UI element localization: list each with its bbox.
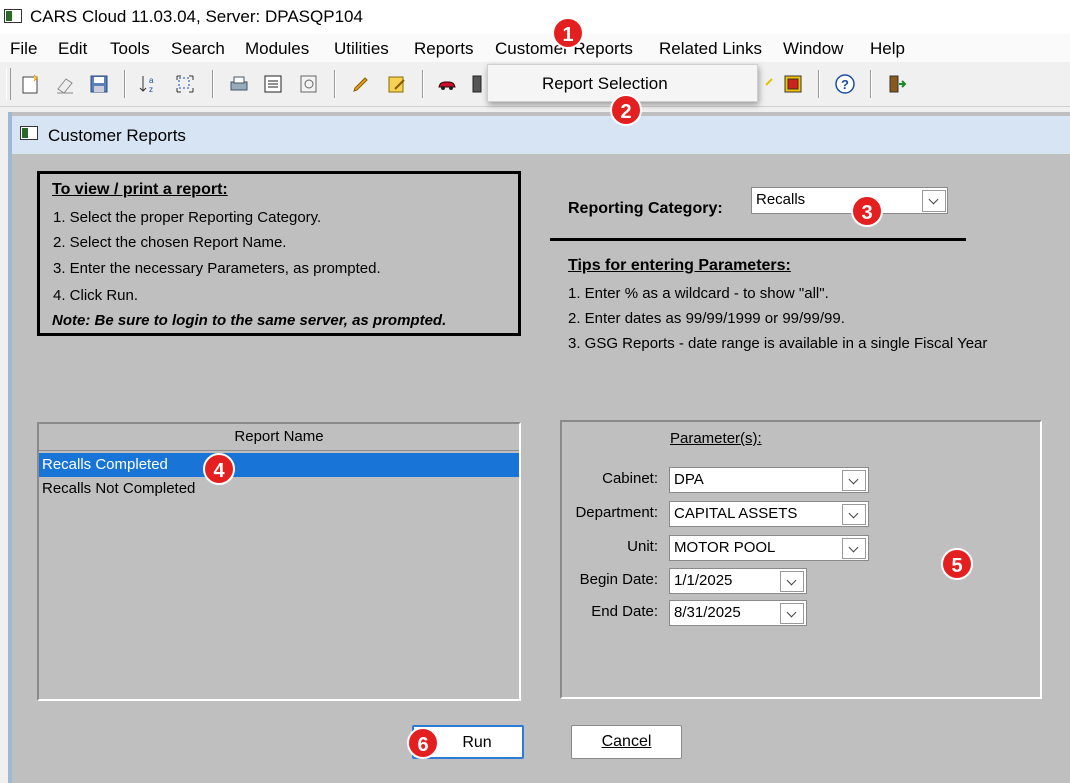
menu-help[interactable]: Help [870, 39, 905, 59]
cabinet-label: Cabinet: [602, 470, 658, 487]
chevron-down-icon[interactable] [780, 571, 804, 592]
cabinet-icon[interactable] [782, 73, 804, 95]
cancel-button-label: Cancel [601, 733, 652, 750]
star-icon[interactable] [758, 73, 780, 95]
parameters-heading: Parameter(s): [670, 430, 762, 447]
callout-badge-3: 3 [851, 195, 883, 227]
edit-icon[interactable] [386, 73, 408, 95]
list-header: Report Name [39, 424, 519, 451]
menu-file[interactable]: File [10, 39, 37, 59]
menu-reports[interactable]: Reports [414, 39, 474, 59]
svg-text:a: a [149, 76, 154, 85]
toolbar-separator [422, 70, 424, 98]
app-icon [4, 9, 22, 23]
reporting-category-label: Reporting Category: [568, 200, 723, 217]
toolbar-grip [6, 68, 11, 100]
list-item[interactable]: Recalls Completed [39, 453, 519, 477]
callout-badge-2: 2 [610, 94, 642, 126]
menu-search[interactable]: Search [171, 39, 225, 59]
divider-line [550, 238, 966, 241]
department-value: CAPITAL ASSETS [674, 505, 798, 522]
svg-text:?: ? [841, 77, 849, 92]
tip-line: 2. Enter dates as 99/99/1999 or 99/99/99… [568, 310, 845, 327]
menu-modules[interactable]: Modules [245, 39, 309, 59]
run-button-label: Run [462, 734, 492, 751]
chevron-down-icon[interactable] [842, 538, 866, 559]
unit-select[interactable]: MOTOR POOL [669, 535, 869, 561]
toolbar-separator [124, 70, 126, 98]
exit-icon[interactable] [886, 73, 908, 95]
end-date-label: End Date: [591, 603, 658, 620]
department-select[interactable]: CAPITAL ASSETS [669, 501, 869, 527]
instruction-step: 4. Click Run. [53, 287, 139, 304]
instructions-box: To view / print a report: 1. Select the … [37, 171, 521, 336]
callout-badge-4: 4 [203, 453, 235, 485]
chevron-down-icon[interactable] [842, 504, 866, 525]
toolbar-separator [818, 70, 820, 98]
list-item[interactable]: Recalls Not Completed [39, 477, 519, 501]
report-icon[interactable] [262, 73, 284, 95]
toolbar-separator [870, 70, 872, 98]
eraser-icon[interactable] [54, 73, 76, 95]
unit-label: Unit: [627, 538, 658, 555]
begin-date-input[interactable]: 1/1/2025 [669, 568, 807, 594]
svg-text:z: z [149, 85, 153, 94]
toolbar-separator [334, 70, 336, 98]
end-date-value: 8/31/2025 [674, 604, 741, 621]
callout-badge-6: 6 [407, 727, 439, 759]
window-title: Customer Reports [48, 126, 186, 145]
app-title: CARS Cloud 11.03.04, Server: DPASQP104 [30, 7, 363, 26]
menu-window[interactable]: Window [783, 39, 843, 59]
instruction-step: 1. Select the proper Reporting Category. [53, 209, 322, 226]
save-icon[interactable] [88, 73, 110, 95]
instruction-step: 2. Select the chosen Report Name. [53, 234, 287, 251]
instructions-heading: To view / print a report: [52, 181, 228, 198]
end-date-input[interactable]: 8/31/2025 [669, 600, 807, 626]
chevron-down-icon[interactable] [842, 470, 866, 491]
chevron-down-icon[interactable] [780, 603, 804, 624]
unit-value: MOTOR POOL [674, 539, 776, 556]
reporting-category-select[interactable]: Recalls [751, 187, 948, 214]
toolbar-separator [212, 70, 214, 98]
begin-date-value: 1/1/2025 [674, 572, 733, 589]
cabinet-value: DPA [674, 471, 704, 488]
zoom-fit-icon[interactable] [174, 73, 196, 95]
menu-edit[interactable]: Edit [58, 39, 87, 59]
callout-badge-1: 1 [552, 17, 584, 49]
gas-pump-icon[interactable] [466, 73, 488, 95]
menu-utilities[interactable]: Utilities [334, 39, 389, 59]
begin-date-label: Begin Date: [579, 571, 658, 588]
instructions-note: Note: Be sure to login to the same serve… [52, 312, 447, 329]
sort-az-icon[interactable]: az [138, 73, 160, 95]
chevron-down-icon[interactable] [922, 190, 946, 212]
window-title-bar: Customer Reports [12, 116, 1070, 154]
cabinet-select[interactable]: DPA [669, 467, 869, 493]
department-label: Department: [575, 504, 658, 521]
reporting-category-value: Recalls [756, 191, 806, 208]
menu-related-links[interactable]: Related Links [659, 39, 762, 59]
tips-heading: Tips for entering Parameters: [568, 257, 791, 274]
title-bar: CARS Cloud 11.03.04, Server: DPASQP104 [0, 0, 1070, 34]
help-icon[interactable]: ? [834, 73, 856, 95]
menu-bar: File Edit Tools Search Modules Utilities… [0, 34, 1070, 62]
callout-badge-5: 5 [941, 548, 973, 580]
print-icon[interactable] [228, 73, 250, 95]
report-name-list[interactable]: Report Name Recalls Completed Recalls No… [37, 422, 521, 701]
window-icon [20, 126, 38, 140]
tip-line: 1. Enter % as a wildcard - to show "all"… [568, 285, 829, 302]
new-icon[interactable] [20, 73, 42, 95]
tip-line: 3. GSG Reports - date range is available… [568, 335, 988, 352]
menu-tools[interactable]: Tools [110, 39, 150, 59]
menu-item-report-selection[interactable]: Report Selection [542, 74, 668, 94]
instruction-step: 3. Enter the necessary Parameters, as pr… [53, 260, 381, 277]
pen-icon[interactable] [350, 73, 372, 95]
preview-icon[interactable] [298, 73, 320, 95]
car-icon[interactable] [436, 73, 458, 95]
cancel-button[interactable]: Cancel [571, 725, 682, 759]
